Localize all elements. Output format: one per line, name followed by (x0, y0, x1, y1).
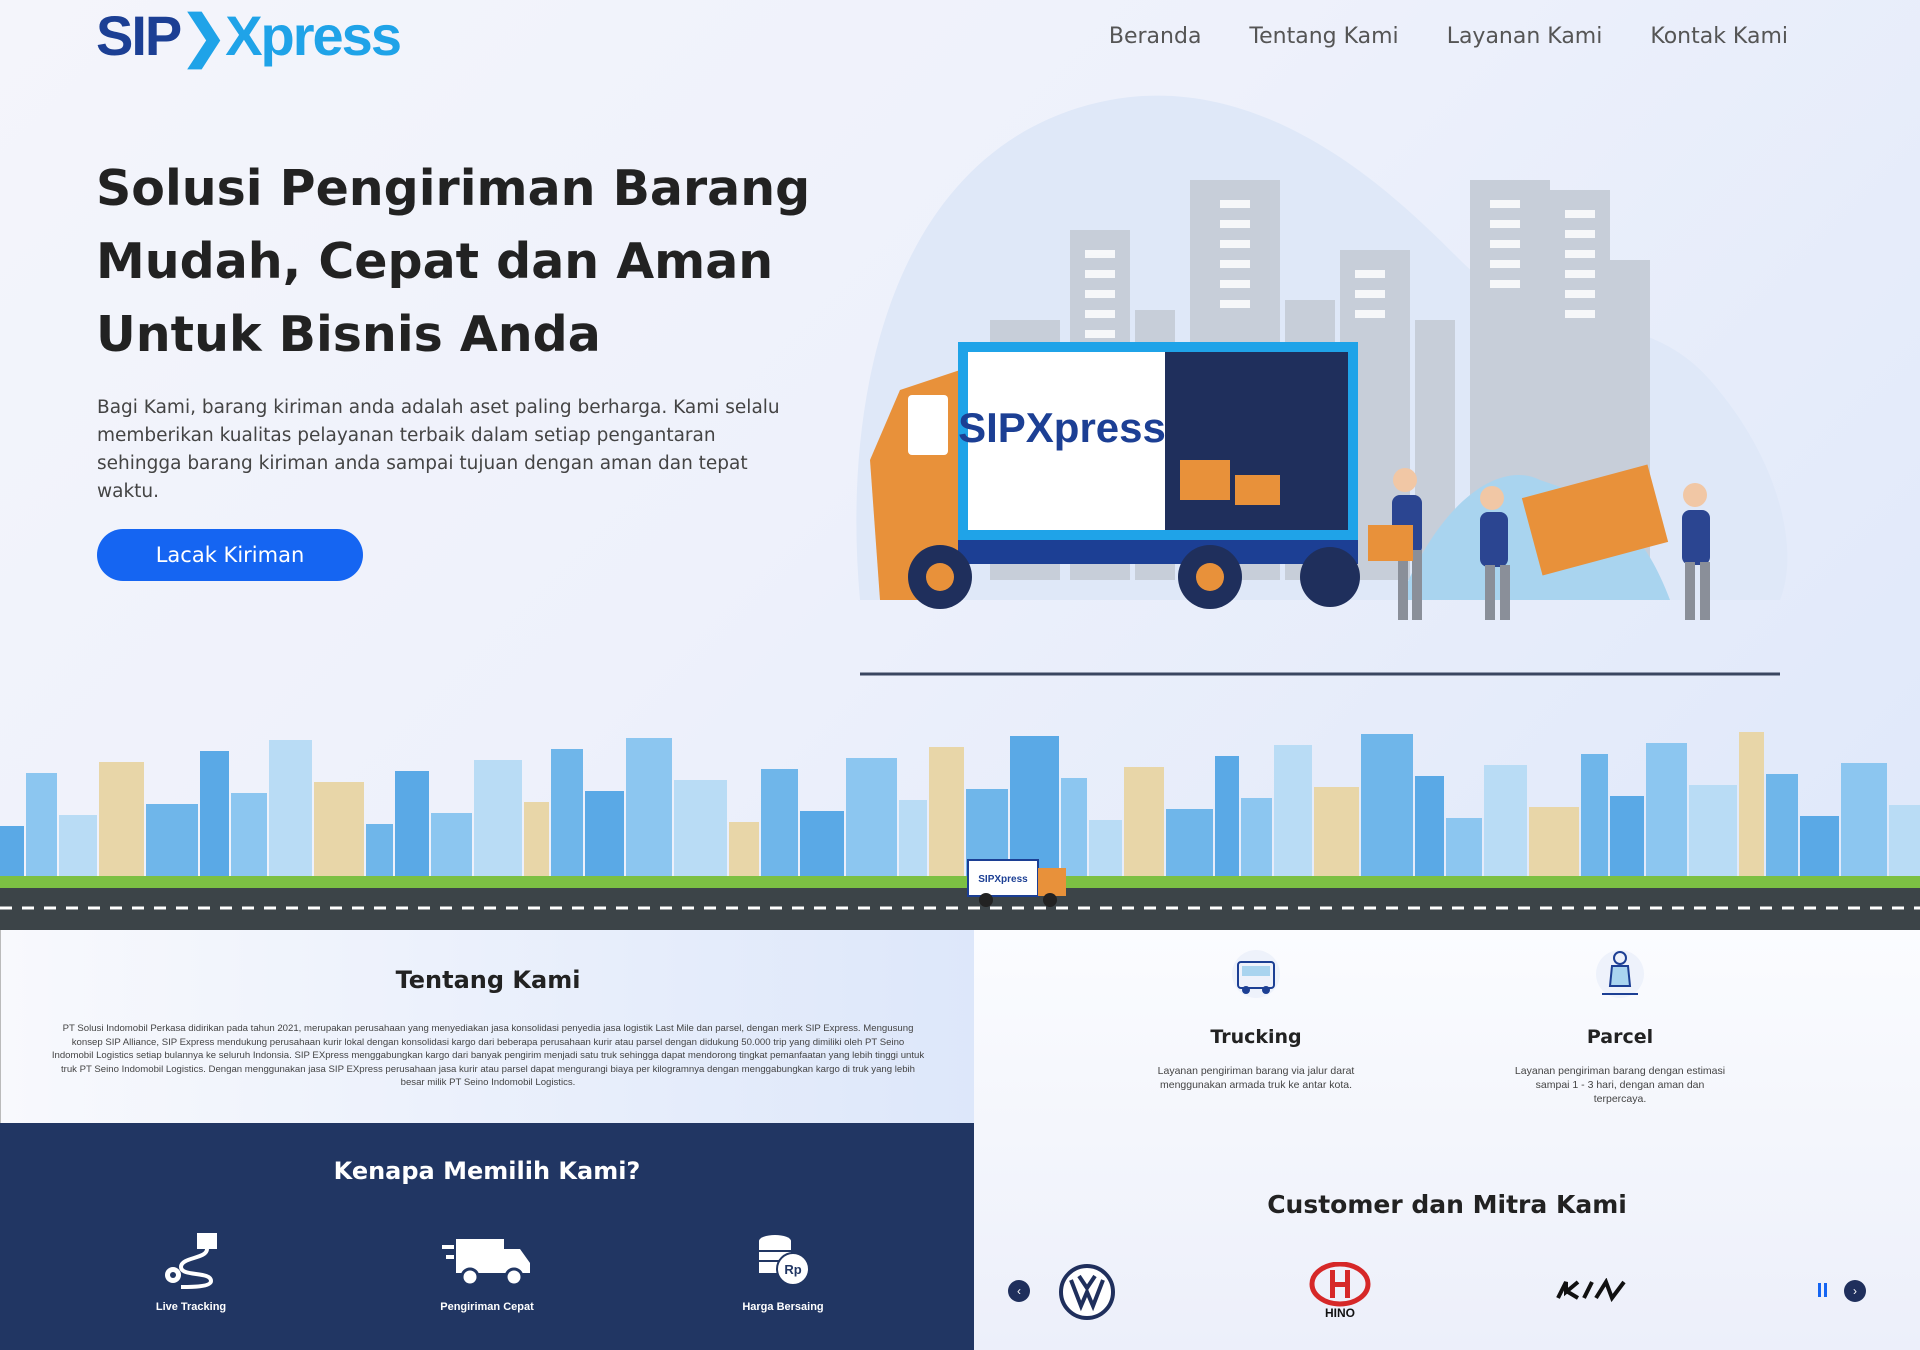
why-item-label: Harga Bersaing (742, 1301, 824, 1313)
main-nav: Beranda Tentang Kami Layanan Kami Kontak… (1109, 24, 1788, 49)
about-text: PT Solusi Indomobil Perkasa didirikan pa… (51, 1023, 925, 1089)
fast-delivery-truck-icon (442, 1239, 530, 1287)
skyline-building (314, 782, 364, 876)
why-item-live-tracking: Live Tracking (91, 1231, 291, 1313)
skyline-building (1581, 754, 1608, 876)
skyline-building (231, 793, 267, 876)
skyline-building (1274, 745, 1312, 876)
skyline-building (1889, 805, 1920, 876)
delivery-truck-illustration: SIPXpress (856, 95, 1788, 676)
why-choose-us-section: Kenapa Memilih Kami? Live Tracking Pengi… (0, 1123, 974, 1350)
coins-rp-icon: Rp (759, 1235, 810, 1286)
why-item-label: Pengiriman Cepat (440, 1301, 534, 1313)
skyline-building (585, 791, 624, 876)
about-title: Tentang Kami (395, 966, 581, 994)
carousel-next-button[interactable]: › (1844, 1280, 1866, 1302)
skyline-building (146, 804, 198, 876)
nav-kontak-kami[interactable]: Kontak Kami (1650, 24, 1788, 49)
carousel-prev-button[interactable]: ‹ (1008, 1280, 1030, 1302)
skyline-building (1215, 756, 1239, 876)
hero-title: Solusi Pengiriman Barang Mudah, Cepat da… (96, 160, 811, 363)
services-section: Trucking Layanan pengiriman barang via j… (974, 930, 1920, 1130)
service-title: Parcel (1586, 1026, 1654, 1048)
skyline-building (626, 738, 672, 876)
skyline-building (899, 800, 927, 876)
skyline-building (1314, 787, 1359, 876)
skyline-building (1446, 818, 1482, 876)
skyline-building (59, 815, 97, 876)
logo-chevron: ❯ (180, 4, 227, 67)
volkswagen-logo[interactable] (1057, 1262, 1117, 1322)
why-item-label: Live Tracking (155, 1301, 227, 1313)
skyline-building (1010, 736, 1059, 876)
city-skyline-illustration: SIPXpress (0, 732, 1920, 930)
nav-layanan-kami[interactable]: Layanan Kami (1447, 24, 1603, 49)
skyline-building (431, 813, 472, 876)
about-section: Tentang Kami PT Solusi Indomobil Perkasa… (0, 930, 974, 1123)
skyline-building (1800, 816, 1839, 876)
hero-description: Bagi Kami, barang kiriman anda adalah as… (97, 397, 780, 502)
sipxpress-logo[interactable]: SIP❯Xpress (96, 8, 402, 64)
live-tracking-icon (165, 1233, 217, 1289)
nav-beranda[interactable]: Beranda (1109, 24, 1202, 49)
partners-title: Customer dan Mitra Kami (1267, 1190, 1627, 1219)
skyline-building (1610, 796, 1644, 876)
partners-section: Customer dan Mitra Kami ‹ HINO › (974, 1130, 1920, 1350)
skyline-building (674, 780, 727, 876)
skyline-building (1529, 807, 1579, 876)
svg-text:HINO: HINO (1325, 1306, 1355, 1320)
hino-logo[interactable]: HINO (1308, 1262, 1372, 1320)
mini-truck-brand-text: SIPXpress (978, 874, 1028, 885)
skyline-building (800, 811, 844, 876)
why-item-fast-delivery: Pengiriman Cepat (387, 1231, 587, 1313)
skyline-building (729, 822, 759, 876)
skyline-building (1739, 732, 1764, 876)
skyline-building (551, 749, 583, 876)
skyline-buildings (0, 732, 1920, 876)
skyline-building (1124, 767, 1164, 876)
why-title: Kenapa Memilih Kami? (333, 1157, 641, 1185)
kia-logo[interactable] (1556, 1278, 1626, 1302)
skyline-building (929, 747, 964, 876)
skyline-building (99, 762, 144, 876)
parcel-icon (1596, 950, 1644, 998)
skyline-building (846, 758, 897, 876)
skyline-building (269, 740, 312, 876)
service-text: Layanan pengiriman barang dengan estimas… (1514, 1065, 1726, 1105)
skyline-building (1484, 765, 1527, 876)
skyline-building (761, 769, 798, 876)
carousel-pause-icon[interactable] (1816, 1283, 1830, 1299)
service-text: Layanan pengiriman barang via jalur dara… (1157, 1065, 1355, 1091)
why-item-competitive-price: Rp Harga Bersaing (683, 1231, 883, 1313)
track-shipment-button[interactable]: Lacak Kiriman (97, 529, 363, 581)
skyline-building (1415, 776, 1444, 876)
skyline-building (1689, 785, 1737, 876)
skyline-building (0, 826, 24, 876)
svg-text:Rp: Rp (784, 1262, 801, 1277)
skyline-building (1241, 798, 1272, 876)
skyline-building (474, 760, 522, 876)
nav-tentang-kami[interactable]: Tentang Kami (1249, 24, 1398, 49)
truck-brand-text: SIPXpress (958, 404, 1166, 451)
skyline-building (1166, 809, 1213, 876)
service-title: Trucking (1210, 1026, 1302, 1048)
logo-xpress-text: Xpress (225, 4, 402, 67)
skyline-building (366, 824, 393, 876)
skyline-building (200, 751, 229, 876)
service-trucking[interactable]: Trucking Layanan pengiriman barang via j… (1126, 944, 1386, 1092)
skyline-building (26, 773, 57, 876)
hero-section: SIP❯Xpress Beranda Tentang Kami Layanan … (0, 0, 1920, 930)
trucking-icon (1232, 950, 1280, 998)
logo-sip-text: SIP (96, 4, 182, 67)
skyline-building (395, 771, 429, 876)
skyline-building (1841, 763, 1887, 876)
skyline-building (1361, 734, 1413, 876)
skyline-building (1061, 778, 1087, 876)
skyline-building (1089, 820, 1122, 876)
skyline-building (1646, 743, 1687, 876)
skyline-building (524, 802, 549, 876)
service-parcel[interactable]: Parcel Layanan pengiriman barang dengan … (1490, 944, 1750, 1106)
skyline-building (1766, 774, 1798, 876)
